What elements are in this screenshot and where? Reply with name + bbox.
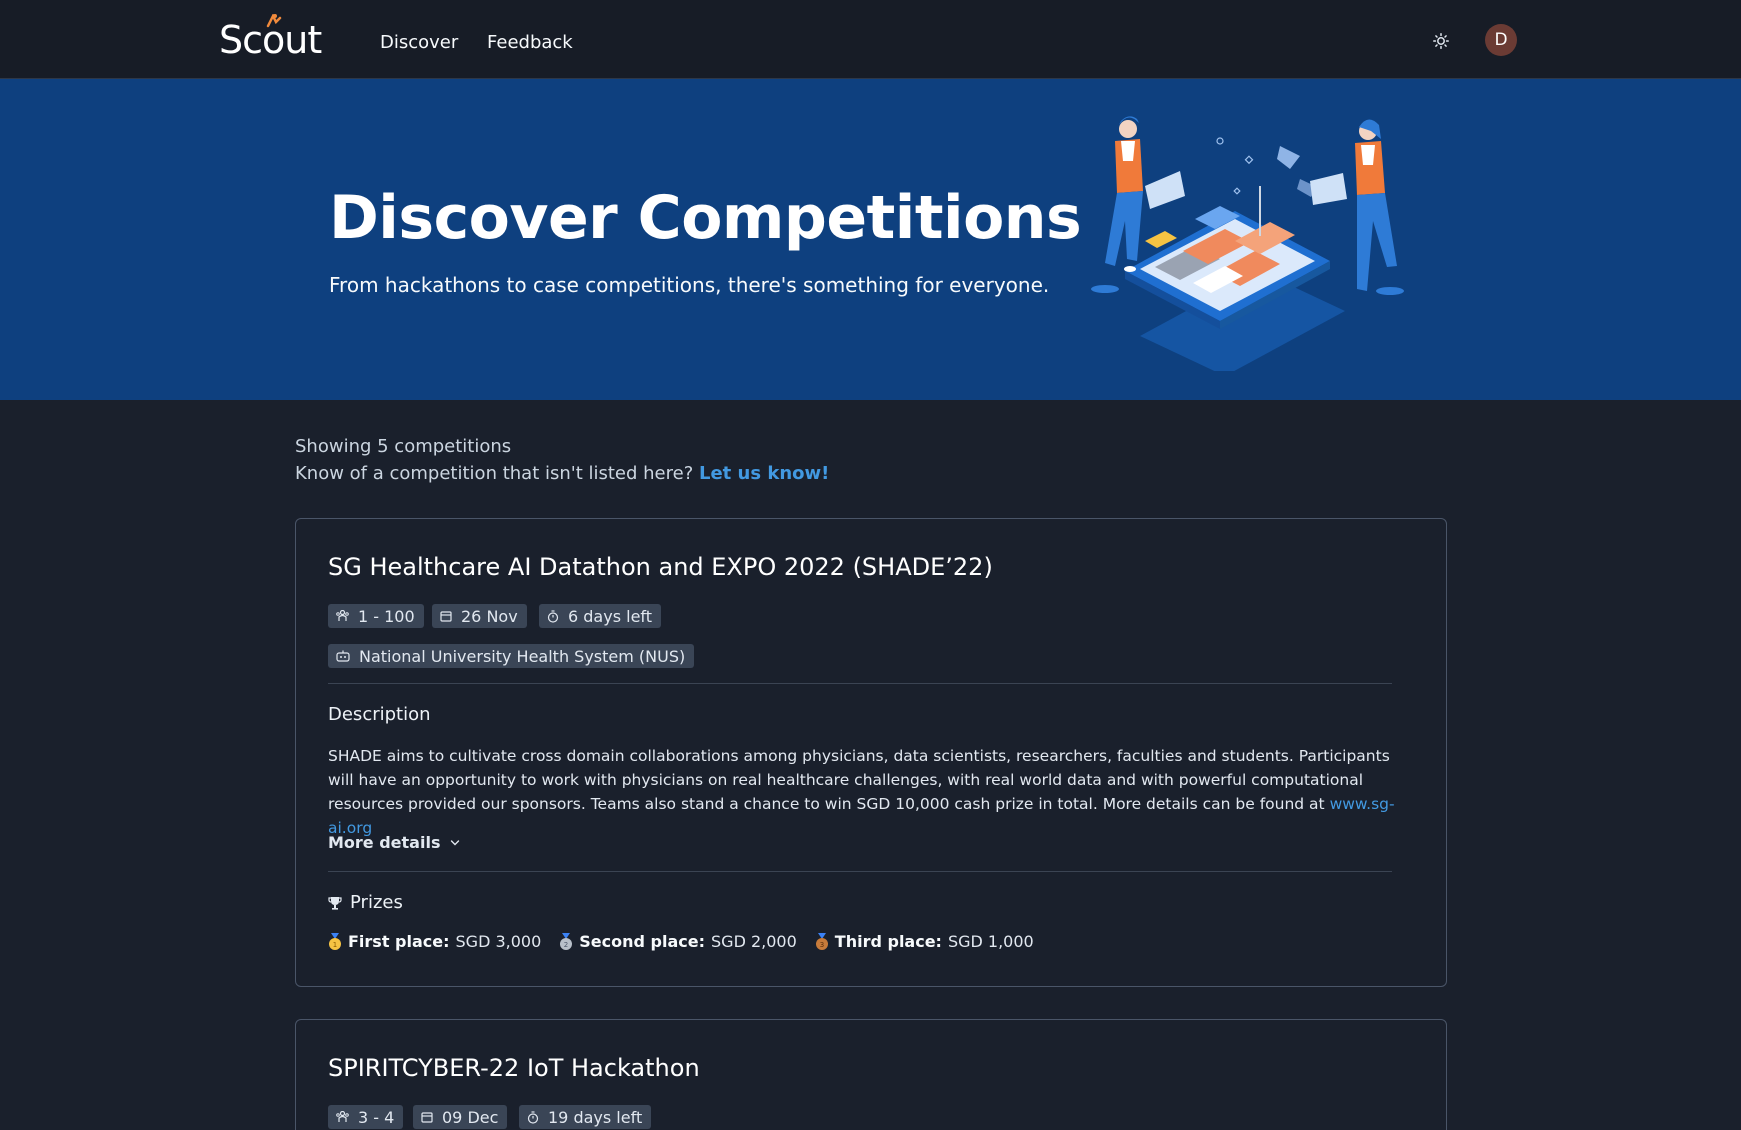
silver-medal-icon: 2 xyxy=(560,932,573,950)
logo-runner-icon xyxy=(266,14,282,28)
description-heading: Description xyxy=(328,704,431,725)
team-size-tag: 3 - 4 xyxy=(328,1105,404,1129)
competition-card[interactable]: SPIRITCYBER-22 IoT Hackathon 3 - 4 09 De… xyxy=(295,1019,1447,1130)
date-tag: 26 Nov xyxy=(432,604,527,628)
calendar-icon xyxy=(421,1112,433,1123)
theme-toggle-button[interactable] xyxy=(1428,28,1454,54)
svg-text:2: 2 xyxy=(564,941,568,949)
prizes-list: 1 First place: SGD 3,000 2 Second place:… xyxy=(328,932,1052,951)
calendar-icon xyxy=(440,611,452,622)
avatar[interactable]: D xyxy=(1485,24,1517,56)
bronze-medal-icon: 3 xyxy=(815,932,828,950)
svg-text:1: 1 xyxy=(333,941,337,949)
hero-banner: Discover Competitions From hackathons to… xyxy=(0,79,1741,400)
prize-third: 3 Third place: SGD 1,000 xyxy=(815,932,1034,951)
page-title: Discover Competitions xyxy=(329,183,1082,253)
hero-illustration-image xyxy=(1091,116,1404,371)
organizer-tag: National University Health System (NUS) xyxy=(328,644,695,668)
prizes-heading: Prizes xyxy=(328,892,403,913)
page-subtitle: From hackathons to case competitions, th… xyxy=(329,273,1050,297)
deadline-value: 19 days left xyxy=(548,1107,643,1127)
description-text: SHADE aims to cultivate cross domain col… xyxy=(328,747,1395,837)
suggest-competition-text: Know of a competition that isn't listed … xyxy=(295,463,830,484)
trophy-icon xyxy=(328,896,342,910)
scout-logo[interactable]: Sc o ut xyxy=(219,14,322,62)
competition-card[interactable]: SG Healthcare AI Datathon and EXPO 2022 … xyxy=(295,518,1447,987)
date-tag: 09 Dec xyxy=(413,1105,508,1129)
team-icon xyxy=(336,1111,349,1122)
date-value: 09 Dec xyxy=(442,1107,499,1127)
let-us-know-link[interactable]: Let us know! xyxy=(699,463,829,484)
deadline-tag: 19 days left xyxy=(519,1105,652,1129)
competition-title[interactable]: SPIRITCYBER-22 IoT Hackathon xyxy=(328,1054,700,1082)
logo-text-o: o xyxy=(262,14,285,62)
deadline-tag: 6 days left xyxy=(539,604,662,628)
team-icon xyxy=(336,610,349,621)
nav-feedback[interactable]: Feedback xyxy=(487,32,573,53)
nav-discover[interactable]: Discover xyxy=(380,32,458,53)
organizer-value: National University Health System (NUS) xyxy=(359,646,686,666)
results-count: Showing 5 competitions xyxy=(295,436,512,457)
more-details-toggle[interactable]: More details xyxy=(328,833,460,852)
deadline-value: 6 days left xyxy=(568,606,653,626)
competition-title[interactable]: SG Healthcare AI Datathon and EXPO 2022 … xyxy=(328,553,993,581)
team-size-tag: 1 - 100 xyxy=(328,604,424,628)
organizer-icon xyxy=(336,650,350,662)
team-size-value: 3 - 4 xyxy=(358,1107,395,1127)
chevron-down-icon xyxy=(451,839,460,845)
svg-text:3: 3 xyxy=(820,941,824,949)
logo-text-post: ut xyxy=(284,18,322,62)
sun-icon xyxy=(1433,33,1449,49)
divider xyxy=(328,871,1392,872)
timer-icon xyxy=(527,1110,539,1124)
date-value: 26 Nov xyxy=(461,606,518,626)
navbar: Sc o ut Discover Feedback D xyxy=(0,0,1741,79)
prize-first: 1 First place: SGD 3,000 xyxy=(328,932,541,951)
logo-text-pre: Sc xyxy=(219,18,263,62)
prize-second: 2 Second place: SGD 2,000 xyxy=(559,932,797,951)
timer-icon xyxy=(547,609,559,623)
gold-medal-icon: 1 xyxy=(329,932,341,950)
team-size-value: 1 - 100 xyxy=(358,606,415,626)
divider xyxy=(328,683,1392,684)
